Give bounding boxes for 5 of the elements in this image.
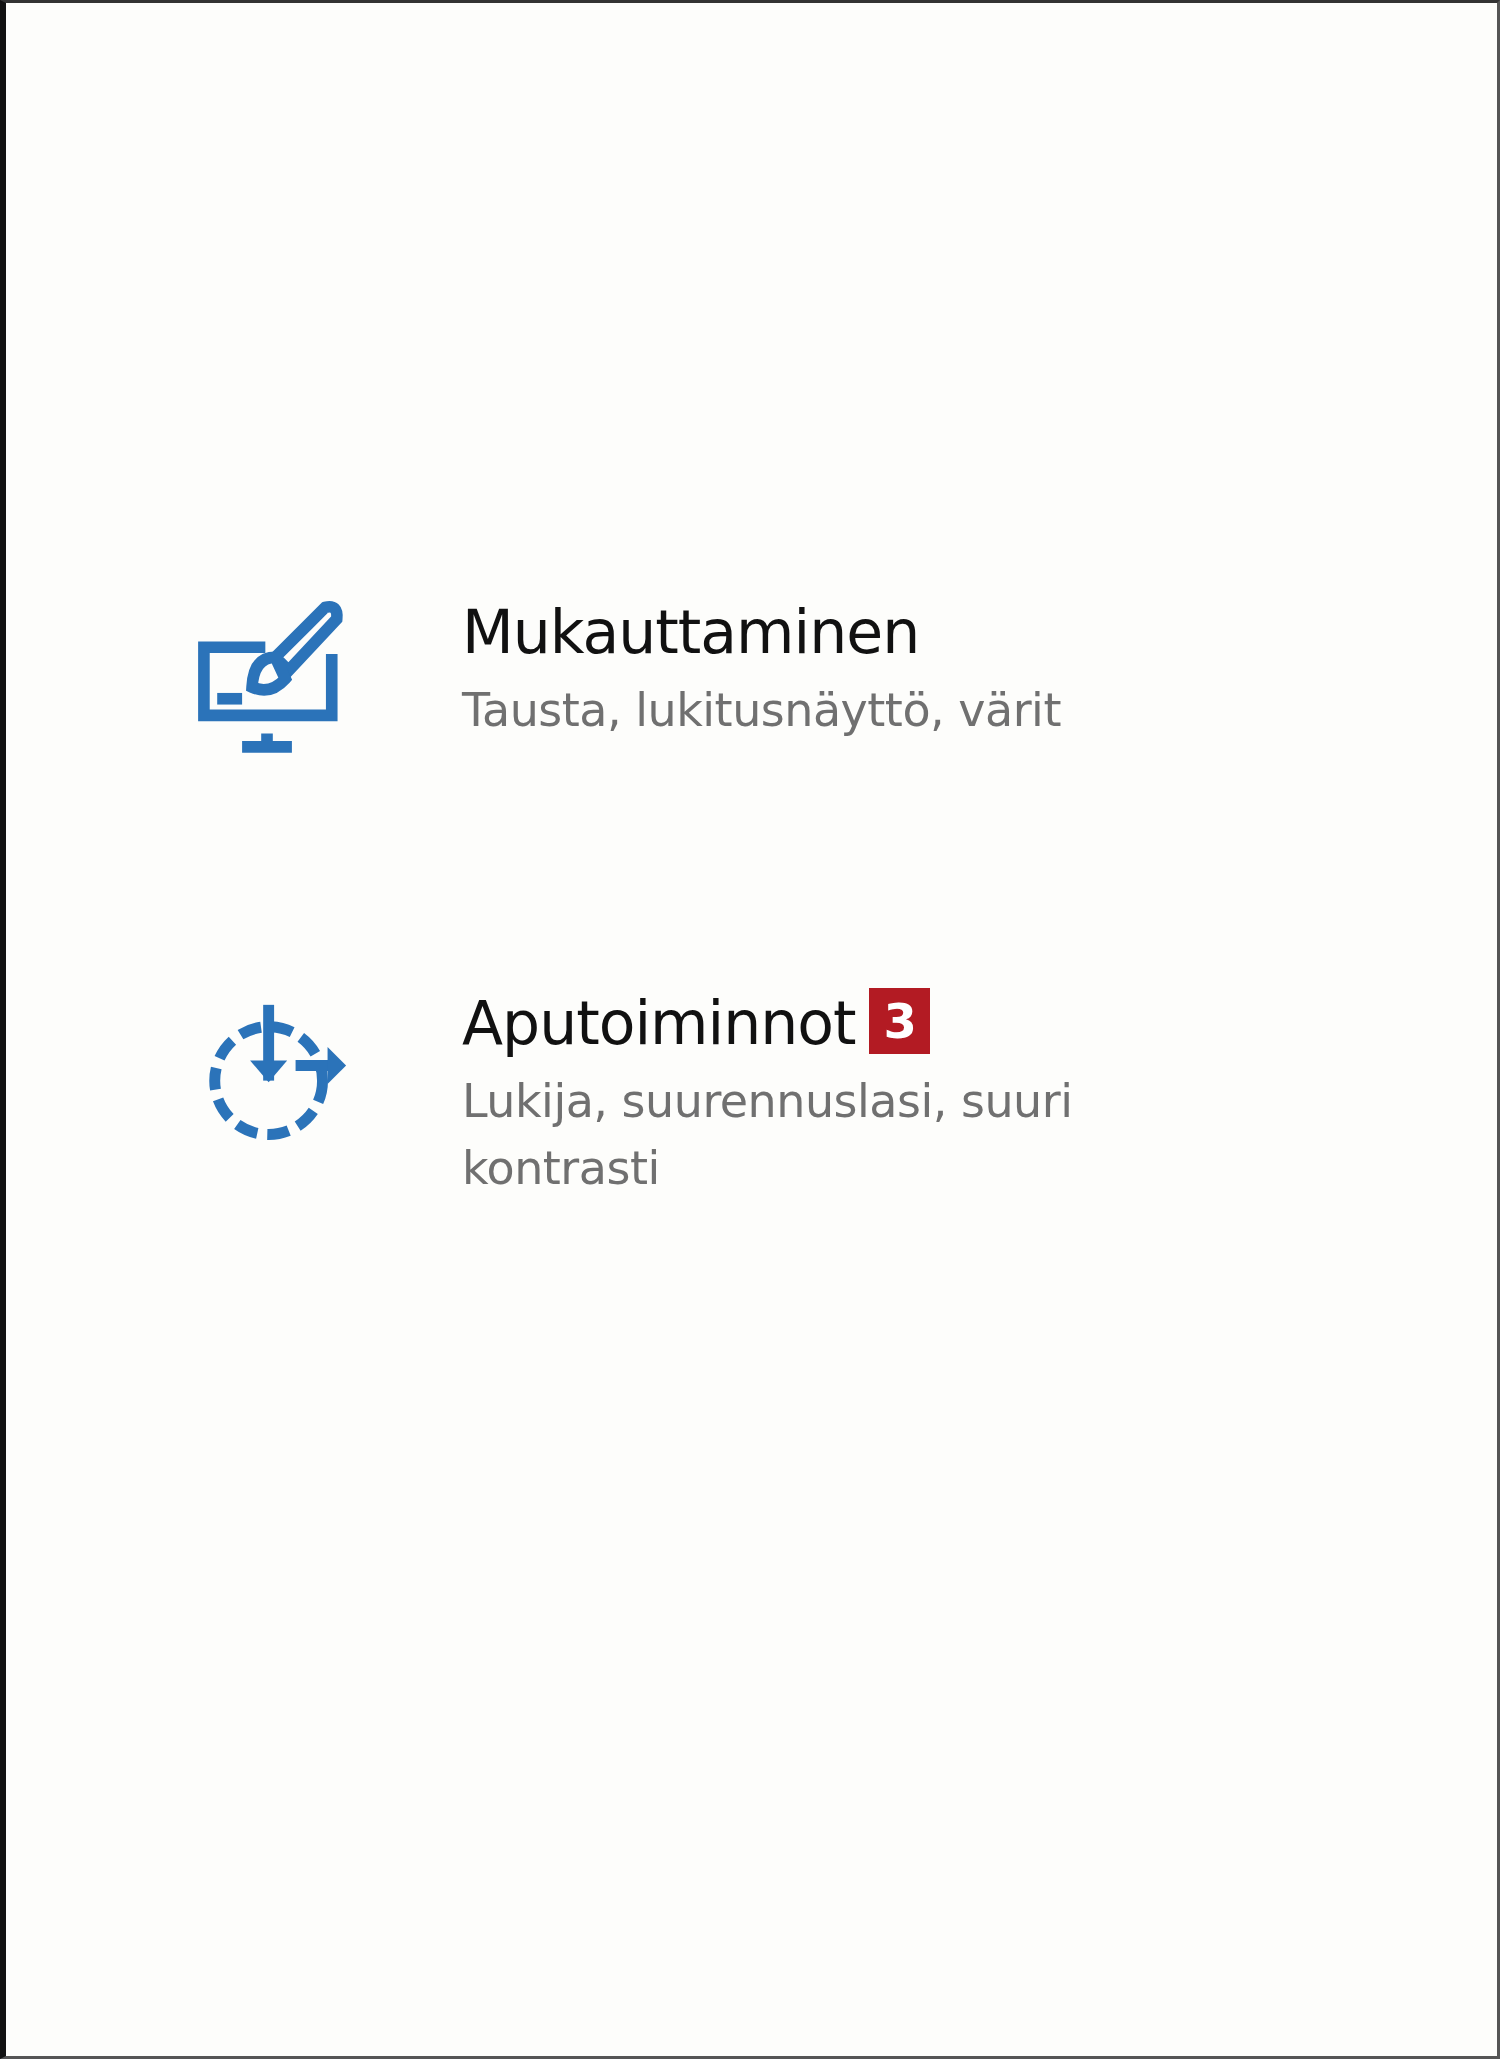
item-title[interactable]: Mukauttaminen	[462, 597, 920, 667]
item-description: Lukija, suurennuslasi, suuri kontrasti	[462, 1073, 1074, 1197]
notification-count: 3	[869, 988, 930, 1054]
item-title[interactable]: Aputoiminnot	[462, 988, 856, 1058]
item-description: Tausta, lukitusnäyttö, värit	[462, 682, 1062, 739]
